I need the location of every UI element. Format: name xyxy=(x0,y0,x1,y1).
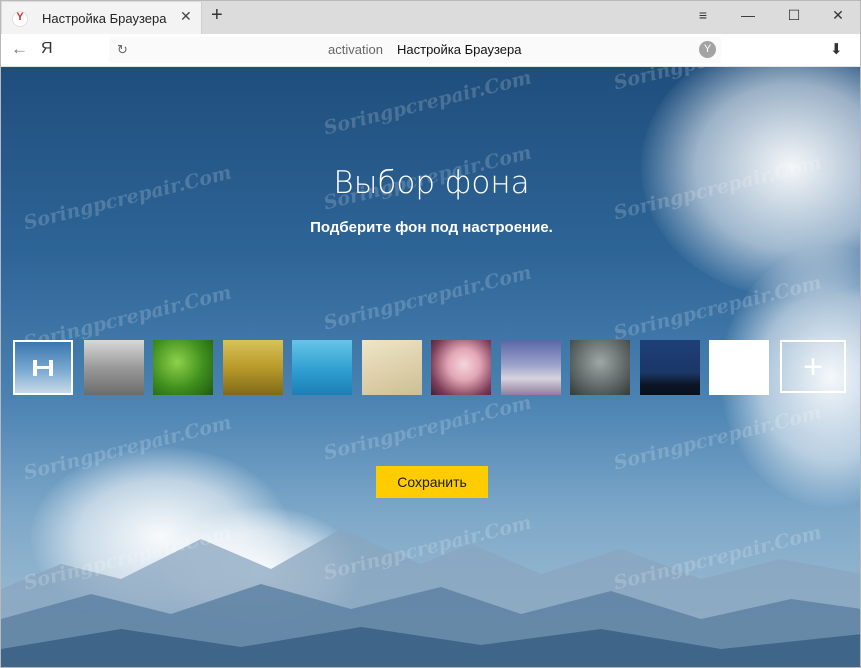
selected-marker-icon xyxy=(33,360,53,376)
background-thumbnail-green-grass[interactable] xyxy=(153,340,213,395)
save-button[interactable]: Сохранить xyxy=(376,466,488,498)
omnibox[interactable]: ↻ activation Настройка Браузера Y xyxy=(109,37,721,63)
protect-shield-icon[interactable]: Y xyxy=(699,41,716,58)
tab-browser-settings[interactable]: Y Настройка Браузера ✕ xyxy=(2,2,202,34)
browser-window: Y Настройка Браузера ✕ + ≡ — ☐ ✕ ← Я ↻ a… xyxy=(0,0,861,668)
minimize-icon[interactable]: — xyxy=(736,7,760,27)
address-bar: ← Я ↻ activation Настройка Браузера Y ⬇ xyxy=(1,34,860,67)
background-thumbnail-golden-field[interactable] xyxy=(223,340,283,395)
menu-icon[interactable]: ≡ xyxy=(691,7,715,27)
yandex-logo[interactable]: Я xyxy=(41,40,53,58)
background-thumbnail-cherry-blossom[interactable] xyxy=(431,340,491,395)
background-thumbnail-fog-forest[interactable] xyxy=(84,340,144,395)
background-thumbnail-sky-mountains[interactable] xyxy=(13,340,73,395)
background-thumbnail-night-forest[interactable] xyxy=(640,340,700,395)
url-page-title: Настройка Браузера xyxy=(397,42,522,57)
new-tab-button[interactable]: + xyxy=(211,4,223,27)
background-thumbnail-sand[interactable] xyxy=(362,340,422,395)
background-selection-page: Soringpcrepair.Com Soringpcrepair.Com So… xyxy=(1,67,860,667)
tab-close-icon[interactable]: ✕ xyxy=(180,8,192,25)
background-thumbnail-snow-peak[interactable] xyxy=(501,340,561,395)
add-background-button[interactable]: + xyxy=(780,340,846,393)
watermark-text: Soringpcrepair.Com xyxy=(321,391,534,465)
tab-strip: Y Настройка Браузера ✕ + ≡ — ☐ ✕ xyxy=(1,1,860,34)
reload-icon[interactable]: ↻ xyxy=(117,42,128,58)
watermark-text: Soringpcrepair.Com xyxy=(321,261,534,335)
close-window-icon[interactable]: ✕ xyxy=(826,7,850,27)
url-host: activation xyxy=(328,42,383,57)
plus-icon: + xyxy=(803,348,823,386)
background-thumbnail-rain-glass[interactable] xyxy=(570,340,630,395)
watermark-text: Soringpcrepair.Com xyxy=(321,67,534,140)
tab-title: Настройка Браузера xyxy=(42,11,167,26)
download-icon[interactable]: ⬇ xyxy=(830,40,843,58)
background-thumbnail-blue-water[interactable] xyxy=(292,340,352,395)
page-subheading: Подберите фон под настроение. xyxy=(310,219,553,236)
yandex-favicon-icon: Y xyxy=(12,11,28,27)
back-arrow-icon[interactable]: ← xyxy=(11,39,28,59)
maximize-icon[interactable]: ☐ xyxy=(782,7,806,27)
page-heading: Выбор фона xyxy=(333,165,530,201)
background-thumbnail-white[interactable] xyxy=(709,340,769,395)
